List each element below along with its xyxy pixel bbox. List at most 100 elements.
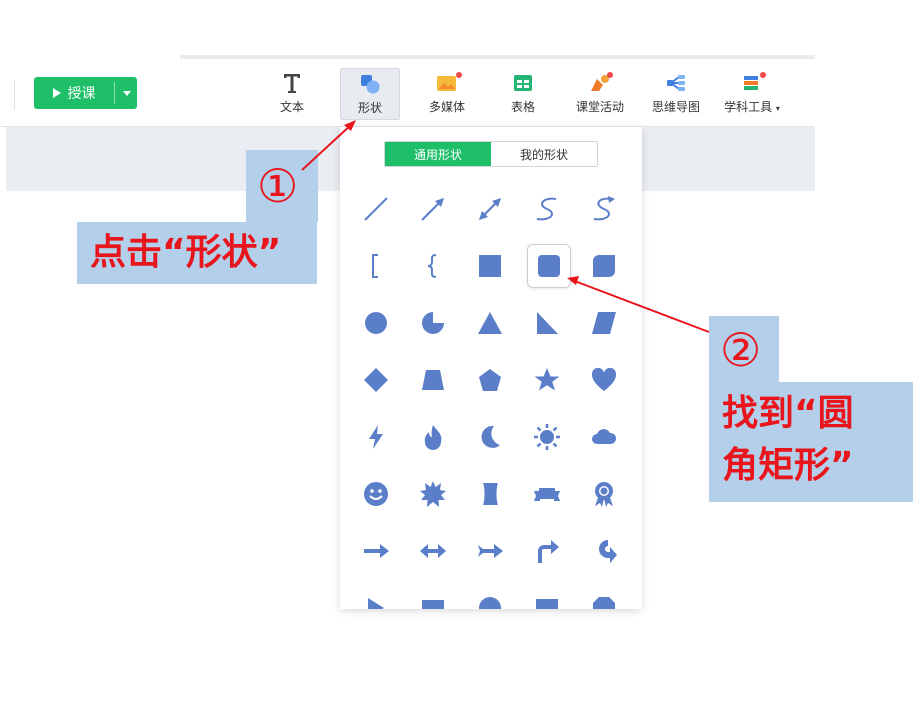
shape-right-triangle[interactable]: [527, 303, 567, 343]
shape-icon: [358, 73, 382, 95]
shape-triangle[interactable]: [470, 303, 510, 343]
shape-double-arrow-line[interactable]: [470, 189, 510, 229]
flame-icon: [424, 425, 442, 450]
arrow-line-icon: [421, 198, 444, 221]
circle-icon: [365, 312, 387, 334]
smiley-icon: [364, 482, 388, 506]
shape-rounded-rectangle[interactable]: [527, 244, 571, 288]
tab-common-shapes[interactable]: 通用形状: [385, 142, 491, 166]
teach-dropdown-button[interactable]: [116, 77, 137, 109]
moon-icon: [481, 425, 500, 448]
shape-row8-3[interactable]: [470, 588, 510, 609]
tool-class-activity[interactable]: 课堂活动: [570, 68, 630, 118]
tool-mindmap[interactable]: 思维导图: [648, 68, 704, 118]
notched-arrow-icon: [478, 544, 503, 558]
shape-row8-2[interactable]: [413, 588, 453, 609]
shape-smiley[interactable]: [356, 474, 396, 514]
step1-number: ①: [257, 159, 299, 213]
shape-rounded-corner-square[interactable]: [584, 246, 624, 286]
shape-row8-4[interactable]: [527, 588, 567, 609]
shape-circle[interactable]: [356, 303, 396, 343]
lightning-icon: [369, 425, 383, 449]
bracket-icon: [372, 254, 378, 278]
table-icon: [511, 72, 535, 94]
sun-icon: [534, 424, 560, 450]
step2-number: ②: [720, 323, 762, 377]
shape-square[interactable]: [470, 246, 510, 286]
shape-moon[interactable]: [470, 417, 510, 457]
heart-icon: [591, 367, 617, 391]
shape-curve[interactable]: [527, 189, 567, 229]
shape-notched-arrow[interactable]: [470, 531, 510, 571]
new-badge: [760, 72, 766, 78]
top-divider: [180, 55, 815, 59]
rounded-rectangle-icon: [538, 255, 560, 277]
shape-diamond[interactable]: [356, 360, 396, 400]
shape-cloud[interactable]: [584, 417, 624, 457]
tool-class-activity-label: 课堂活动: [575, 100, 624, 114]
tool-subject-tools-text: 学科工具: [724, 100, 773, 114]
tool-multimedia[interactable]: 多媒体: [422, 68, 472, 118]
tab-my-shapes[interactable]: 我的形状: [491, 142, 597, 166]
shape-sun[interactable]: [527, 417, 567, 457]
triangle-icon: [478, 312, 502, 334]
tool-table[interactable]: 表格: [500, 68, 546, 118]
scroll-icon: [483, 483, 498, 505]
toolbar-separator: [14, 80, 15, 110]
square-icon: [479, 255, 501, 277]
shape-trapezoid[interactable]: [413, 360, 453, 400]
shape-right-arrow[interactable]: [356, 531, 396, 571]
tool-multimedia-label: 多媒体: [428, 100, 465, 114]
left-right-arrow-icon: [420, 544, 446, 558]
award-icon: [595, 482, 613, 507]
new-badge: [607, 72, 613, 78]
teach-button-main[interactable]: 授课: [34, 77, 114, 109]
shape-pie[interactable]: [413, 303, 453, 343]
tool-text[interactable]: 文本: [268, 68, 316, 118]
chevron-right-icon: [368, 598, 384, 609]
square-icon: [536, 599, 558, 609]
diamond-icon: [364, 368, 388, 392]
tool-mindmap-label: 思维导图: [651, 100, 700, 114]
pie-icon: [422, 312, 444, 334]
shape-brace[interactable]: [413, 246, 453, 286]
shape-burst[interactable]: [413, 474, 453, 514]
multimedia-icon: [435, 72, 462, 94]
tool-subject-tools-label: 学科工具 ▾: [724, 98, 780, 115]
tool-subject-tools[interactable]: 学科工具 ▾: [720, 68, 784, 118]
teach-button[interactable]: 授课: [34, 77, 137, 109]
bent-arrow-icon: [538, 540, 559, 563]
shape-curve-arrow[interactable]: [584, 189, 624, 229]
shape-row8-5[interactable]: [584, 588, 624, 609]
class-activity-icon: [588, 72, 613, 94]
curve-icon: [536, 197, 557, 221]
shape-pentagon[interactable]: [470, 360, 510, 400]
shape-star[interactable]: [527, 360, 567, 400]
tool-shape[interactable]: 形状: [340, 68, 400, 120]
shape-u-turn-arrow[interactable]: [584, 531, 624, 571]
step1-text: 点击“形状”: [90, 232, 282, 273]
ribbon-icon: [534, 488, 560, 501]
shape-left-right-arrow[interactable]: [413, 531, 453, 571]
text-icon: [280, 72, 304, 94]
shape-row8-1[interactable]: [356, 588, 396, 609]
shape-flame[interactable]: [413, 417, 453, 457]
rounded-corner-square-icon: [593, 255, 615, 277]
shape-lightning[interactable]: [356, 417, 396, 457]
burst-icon: [420, 481, 446, 507]
shape-heart[interactable]: [584, 360, 624, 400]
shape-arrow-line[interactable]: [413, 189, 453, 229]
shape-parallelogram[interactable]: [584, 303, 624, 343]
subject-tools-icon: [740, 72, 766, 94]
teach-button-divider: [114, 82, 115, 104]
shape-ribbon[interactable]: [527, 474, 567, 514]
right-arrow-icon: [364, 544, 389, 558]
pentagon-icon: [479, 369, 501, 391]
shape-scroll[interactable]: [470, 474, 510, 514]
shape-line[interactable]: [356, 189, 396, 229]
mindmap-icon: [664, 72, 688, 94]
u-turn-arrow-icon: [599, 540, 617, 563]
shape-bent-arrow[interactable]: [527, 531, 567, 571]
shape-bracket[interactable]: [356, 246, 396, 286]
shape-award[interactable]: [584, 474, 624, 514]
